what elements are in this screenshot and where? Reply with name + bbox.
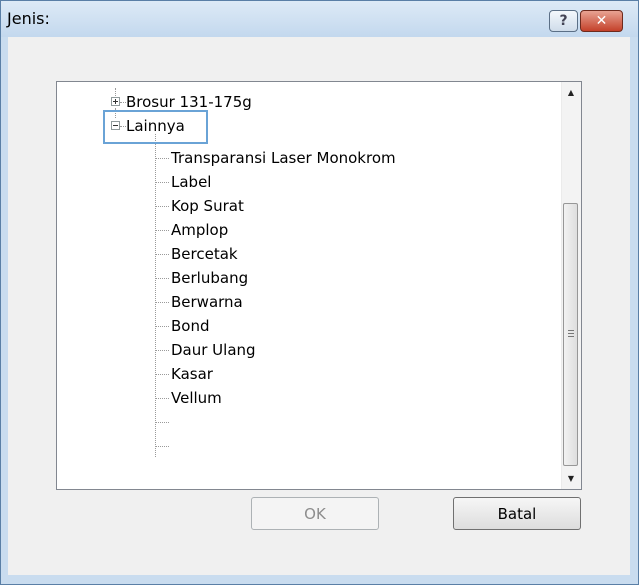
dialog-title: Jenis:: [7, 9, 50, 28]
scroll-up-arrow-icon[interactable]: ▲: [562, 84, 580, 101]
tree-line: [155, 254, 169, 255]
help-button[interactable]: ?: [549, 10, 578, 32]
tree-item-bercetak[interactable]: Bercetak: [171, 242, 238, 266]
paper-type-tree[interactable]: Brosur 131-175g Lainnya Transparansi Las…: [56, 81, 582, 490]
tree-item-daur-ulang[interactable]: Daur Ulang: [171, 338, 256, 362]
tree-line: [155, 398, 169, 399]
title-bar[interactable]: Jenis: ? ✕: [1, 1, 638, 37]
vertical-scrollbar[interactable]: ▲ ▼: [561, 82, 581, 489]
tree-item-berwarna[interactable]: Berwarna: [171, 290, 243, 314]
tree-item-bond[interactable]: Bond: [171, 314, 210, 338]
cancel-button[interactable]: Batal: [453, 497, 581, 530]
close-icon: ✕: [595, 13, 608, 29]
tree-line: [155, 230, 169, 231]
dialog-window: Jenis: ? ✕ Brosur 131-175g Lainnya Trans…: [0, 0, 639, 585]
tree-line: [155, 158, 169, 159]
ok-button[interactable]: OK: [251, 497, 379, 530]
tree-line: [155, 182, 169, 183]
tree-item-berlubang[interactable]: Berlubang: [171, 266, 248, 290]
tree-line: [155, 446, 169, 447]
scroll-down-arrow-icon[interactable]: ▼: [562, 470, 580, 487]
scrollbar-thumb[interactable]: [563, 203, 578, 466]
tree-item-transparansi[interactable]: Transparansi Laser Monokrom: [171, 146, 396, 170]
tree-item-kop-surat[interactable]: Kop Surat: [171, 194, 244, 218]
tree-item-amplop[interactable]: Amplop: [171, 218, 228, 242]
tree-line: [155, 374, 169, 375]
tree-line: [155, 206, 169, 207]
tree-items: Brosur 131-175g Lainnya Transparansi Las…: [57, 82, 562, 489]
help-icon: ?: [559, 13, 568, 29]
tree-item-label[interactable]: Label: [171, 170, 211, 194]
tree-item-kasar[interactable]: Kasar: [171, 362, 213, 386]
tree-item-vellum[interactable]: Vellum: [171, 386, 222, 410]
expand-plus-icon[interactable]: [111, 97, 120, 106]
dialog-body: Brosur 131-175g Lainnya Transparansi Las…: [8, 37, 630, 575]
tree-line: [155, 326, 169, 327]
selection-focus-rect: [103, 110, 208, 144]
tree-line: [155, 350, 169, 351]
tree-line: [155, 302, 169, 303]
close-button[interactable]: ✕: [580, 10, 623, 32]
tree-line: [155, 422, 169, 423]
tree-line: [155, 278, 169, 279]
grip-icon: [568, 330, 574, 331]
